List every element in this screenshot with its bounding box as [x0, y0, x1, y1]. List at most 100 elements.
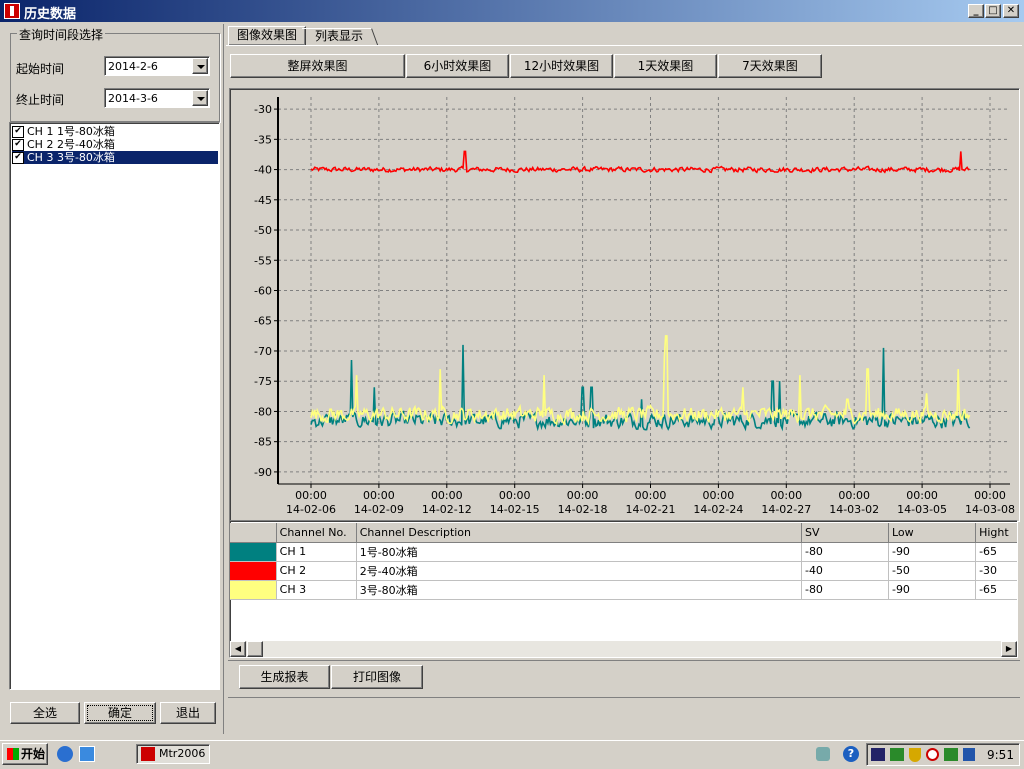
x-tick-label-date: 14-02-12	[422, 503, 472, 516]
help-icon[interactable]: ?	[843, 746, 859, 762]
scroll-thumb[interactable]	[247, 641, 263, 657]
title-bar: 历史数据 _ □ ✕	[0, 0, 1024, 22]
scroll-right-icon[interactable]: ▶	[1001, 641, 1017, 657]
view-1d-button[interactable]: 1天效果图	[614, 54, 717, 78]
header-sv: SV	[801, 523, 889, 543]
y-tick-label: -80	[254, 405, 272, 418]
x-tick-label-time: 00:00	[838, 489, 870, 502]
print-image-button[interactable]: 打印图像	[331, 665, 423, 689]
end-time-value: 2014-3-6	[108, 92, 158, 105]
windows-logo-icon	[7, 748, 19, 760]
clock: 9:51	[987, 748, 1014, 762]
x-tick-label-time: 00:00	[635, 489, 667, 502]
maximize-button[interactable]: □	[985, 4, 1001, 18]
color-swatch	[230, 580, 277, 600]
chart-area: -30 -35 -40 -45 -50 -55 -60 -65 -70 -75 -80 -85 -90 0…	[229, 88, 1020, 522]
tab-list-view[interactable]: 列表显示	[301, 28, 379, 45]
checkbox[interactable]: ✔	[12, 139, 24, 151]
x-tick-label-time: 00:00	[906, 489, 938, 502]
start-time-label: 起始时间	[16, 62, 65, 76]
x-tick-label-time: 00:00	[499, 489, 531, 502]
window-title: 历史数据	[24, 7, 77, 22]
x-tick-label-date: 14-03-08	[965, 503, 1015, 516]
y-tick-label: -30	[254, 103, 272, 116]
channel-item-2[interactable]: ✔ CH 2 2号-40冰箱	[12, 138, 218, 151]
channel-table: Channel No. Channel Description SV Low H…	[229, 520, 1018, 658]
x-tick-label-time: 00:00	[703, 489, 735, 502]
x-tick-label-date: 14-02-21	[626, 503, 676, 516]
x-tick-label-date: 14-02-18	[558, 503, 608, 516]
generate-report-button[interactable]: 生成报表	[239, 665, 330, 689]
y-tick-label: -45	[254, 194, 272, 207]
header-low: Low	[888, 523, 977, 543]
channel-item-3[interactable]: ✔ CH 3 3号-80冰箱	[12, 151, 218, 164]
x-tick-label-time: 00:00	[567, 489, 599, 502]
color-swatch	[230, 542, 277, 562]
header-color	[230, 523, 277, 543]
y-tick-label: -90	[254, 466, 272, 479]
taskbar: 开始 Mtr2006 ? 9:51	[0, 740, 1024, 769]
chevron-down-icon[interactable]	[192, 90, 208, 106]
y-tick-label: -40	[254, 164, 272, 177]
x-tick-label-time: 00:00	[974, 489, 1006, 502]
x-tick-label-date: 14-02-24	[693, 503, 743, 516]
header-high: Hight	[975, 523, 1017, 543]
ie-icon[interactable]	[57, 746, 73, 762]
separator	[228, 660, 1020, 661]
tray-sync-icon[interactable]	[944, 748, 958, 761]
channel-list[interactable]: ✔ CH 1 1号-80冰箱 ✔ CH 2 2号-40冰箱 ✔ CH 3 3号-…	[9, 122, 220, 690]
checkbox[interactable]: ✔	[12, 152, 24, 164]
x-tick-label-date: 14-02-15	[490, 503, 540, 516]
tray-clock-icon[interactable]	[926, 748, 939, 761]
separator	[228, 697, 1020, 698]
taskbar-item-mtr2006[interactable]: Mtr2006	[136, 744, 210, 764]
x-tick-label-time: 00:00	[770, 489, 802, 502]
desktop-icon[interactable]	[79, 746, 95, 762]
fullscreen-view-button[interactable]: 整屏效果图	[230, 54, 405, 78]
table-row[interactable]: CH 1 1号-80冰箱 -80 -90 -65	[230, 541, 1017, 562]
x-tick-label-time: 00:00	[431, 489, 463, 502]
y-tick-label: -55	[254, 254, 272, 267]
start-time-value: 2014-2-6	[108, 60, 158, 73]
start-time-combo[interactable]: 2014-2-6	[104, 56, 210, 76]
tray-printer-icon[interactable]	[816, 747, 830, 761]
table-header-row: Channel No. Channel Description SV Low H…	[230, 523, 1017, 543]
x-tick-label-time: 00:00	[295, 489, 327, 502]
select-all-button[interactable]: 全选	[10, 702, 80, 724]
channel-item-1[interactable]: ✔ CH 1 1号-80冰箱	[12, 125, 218, 138]
network-icon[interactable]	[871, 748, 885, 761]
channel-table-grid: Channel No. Channel Description SV Low H…	[230, 523, 1017, 600]
table-row[interactable]: CH 2 2号-40冰箱 -40 -50 -30	[230, 560, 1017, 581]
y-tick-label: -75	[254, 375, 272, 388]
app-icon	[141, 747, 155, 761]
view-12h-button[interactable]: 12小时效果图	[510, 54, 613, 78]
scroll-left-icon[interactable]: ◀	[230, 641, 246, 657]
chevron-down-icon[interactable]	[192, 58, 208, 74]
tab-chart-view[interactable]: 图像效果图	[228, 26, 306, 45]
system-tray: 9:51	[866, 743, 1020, 766]
y-tick-label: -65	[254, 315, 272, 328]
minimize-button[interactable]: _	[968, 4, 984, 18]
close-button[interactable]: ✕	[1003, 4, 1019, 18]
view-7d-button[interactable]: 7天效果图	[718, 54, 822, 78]
table-row[interactable]: CH 3 3号-80冰箱 -80 -90 -65	[230, 579, 1017, 600]
checkbox[interactable]: ✔	[12, 126, 24, 138]
confirm-button[interactable]: 确定	[84, 702, 156, 724]
y-tick-label: -50	[254, 224, 272, 237]
end-time-label: 终止时间	[16, 93, 65, 107]
end-time-combo[interactable]: 2014-3-6	[104, 88, 210, 108]
horizontal-scrollbar[interactable]: ◀ ▶	[230, 641, 1017, 657]
tray-app-icon[interactable]	[890, 748, 904, 761]
view-6h-button[interactable]: 6小时效果图	[406, 54, 509, 78]
history-chart: -30 -35 -40 -45 -50 -55 -60 -65 -70 -75 -80 -85 -90 0…	[254, 97, 1015, 516]
x-tick-label-date: 14-03-02	[829, 503, 879, 516]
start-button[interactable]: 开始	[2, 743, 48, 765]
exit-button[interactable]: 退出	[160, 702, 216, 724]
x-tick-label-date: 14-02-27	[761, 503, 811, 516]
x-tick-label-time: 00:00	[363, 489, 395, 502]
shield-icon[interactable]	[909, 748, 921, 762]
tab-divider	[226, 45, 1022, 46]
y-tick-label: -60	[254, 285, 272, 298]
x-tick-label-date: 14-03-05	[897, 503, 947, 516]
tray-settings-icon[interactable]	[963, 748, 975, 761]
